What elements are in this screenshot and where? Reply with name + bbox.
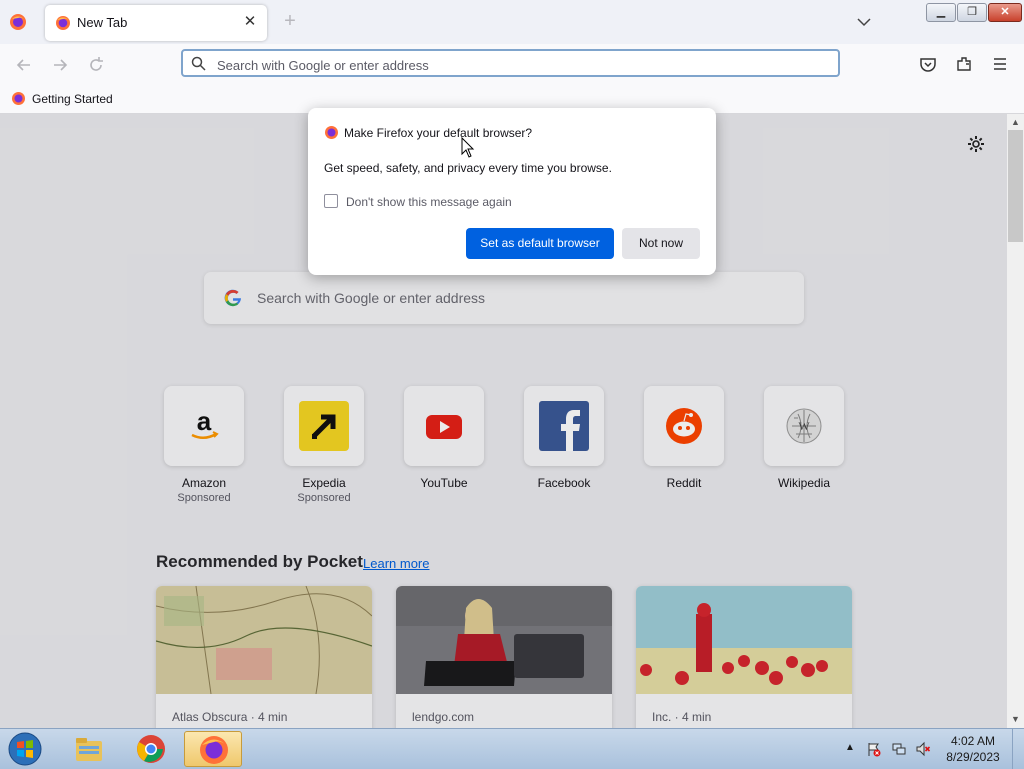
folder-icon (76, 738, 102, 761)
not-now-button[interactable]: Not now (622, 228, 700, 259)
windows-start-icon[interactable] (6, 731, 44, 767)
scrollbar-thumb[interactable] (1008, 130, 1023, 242)
url-input[interactable] (215, 54, 819, 76)
restore-button[interactable]: ❐ (957, 3, 987, 22)
dialog-message: Get speed, safety, and privacy every tim… (324, 161, 612, 175)
taskbar: ▲ 4:02 AM 8/29/2023 (0, 728, 1024, 769)
dont-show-again-checkbox[interactable] (324, 194, 338, 208)
taskbar-firefox[interactable] (184, 731, 242, 767)
clock-time: 4:02 AM (950, 734, 996, 748)
scroll-up-arrow-icon[interactable]: ▲ (1009, 116, 1022, 128)
tab-title: New Tab (77, 15, 128, 30)
forward-arrow-icon[interactable] (50, 55, 70, 75)
taskbar-chrome[interactable] (122, 731, 180, 767)
search-icon (191, 56, 206, 71)
navigation-toolbar (0, 44, 1024, 86)
scroll-down-arrow-icon[interactable]: ▼ (1009, 713, 1022, 725)
volume-muted-icon[interactable] (915, 741, 931, 757)
url-bar[interactable] (181, 49, 840, 77)
show-hidden-icons-icon[interactable]: ▲ (845, 742, 855, 753)
taskbar-file-explorer[interactable] (60, 731, 118, 767)
chevron-down-icon[interactable] (854, 12, 874, 32)
mouse-cursor-icon (461, 137, 475, 158)
system-clock[interactable]: 4:02 AM 8/29/2023 (940, 733, 1006, 765)
extensions-icon[interactable] (955, 55, 973, 73)
firefox-icon[interactable] (9, 13, 27, 31)
clock-date: 8/29/2023 (946, 750, 1000, 764)
firefox-icon (325, 126, 338, 139)
plus-icon[interactable]: + (280, 11, 300, 31)
firefox-icon (200, 736, 228, 764)
dialog-title: Make Firefox your default browser? (344, 126, 533, 140)
chrome-icon (137, 735, 165, 763)
title-bar: New Tab ✕ + ▁ ❐ ✕ (0, 0, 1024, 44)
reload-icon[interactable] (86, 55, 106, 75)
tab-new-tab[interactable]: New Tab ✕ (45, 5, 267, 41)
hamburger-menu-icon[interactable] (991, 55, 1009, 73)
close-icon[interactable]: ✕ (241, 13, 259, 31)
bookmark-label: Getting Started (32, 92, 113, 106)
firefox-icon (56, 16, 70, 30)
show-desktop-button[interactable] (1012, 729, 1024, 769)
close-window-button[interactable]: ✕ (988, 3, 1022, 22)
action-center-flag-icon[interactable] (866, 741, 882, 757)
back-arrow-icon[interactable] (14, 55, 34, 75)
firefox-icon (12, 92, 25, 105)
network-icon[interactable] (891, 741, 907, 757)
dont-show-again-label[interactable]: Don't show this message again (346, 195, 512, 209)
minimize-button[interactable]: ▁ (926, 3, 956, 22)
default-browser-dialog: Make Firefox your default browser? Get s… (308, 108, 716, 275)
pocket-icon[interactable] (919, 55, 937, 73)
set-default-browser-button[interactable]: Set as default browser (466, 228, 614, 259)
